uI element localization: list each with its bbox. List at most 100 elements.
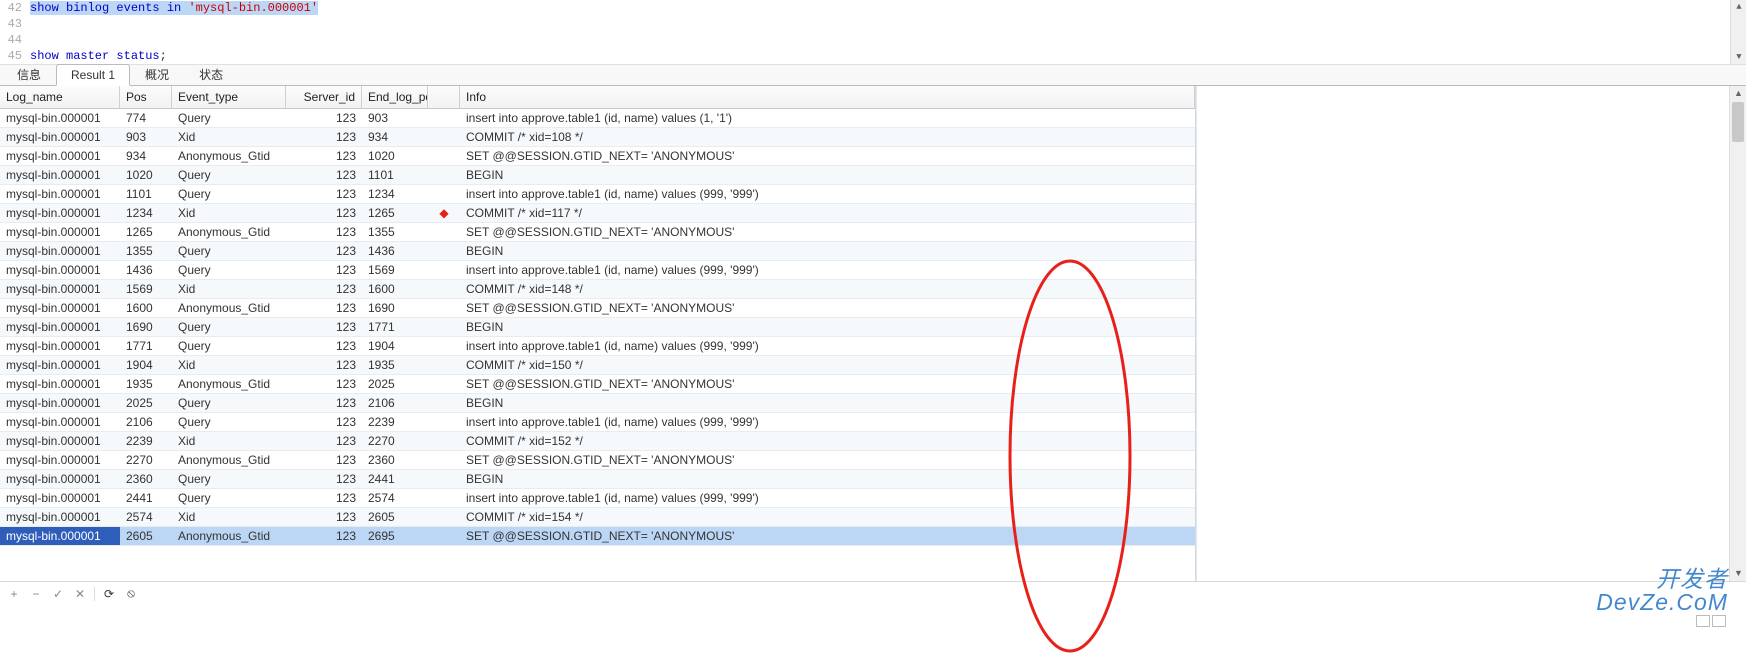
delete-row-button[interactable]: − [28,586,44,602]
cell [428,394,460,412]
table-row[interactable]: mysql-bin.0000012106Query1232239insert i… [0,413,1195,432]
cell: mysql-bin.000001 [0,147,120,165]
cell: Anonymous_Gtid [172,451,286,469]
scroll-up-icon[interactable]: ▲ [1731,0,1746,14]
table-row[interactable]: mysql-bin.0000012574Xid1232605COMMIT /* … [0,508,1195,527]
cell: 774 [120,109,172,127]
cell: SET @@SESSION.GTID_NEXT= 'ANONYMOUS' [460,451,1195,469]
scroll-thumb[interactable] [1732,102,1744,142]
cell: 1020 [120,166,172,184]
cell: COMMIT /* xid=152 */ [460,432,1195,450]
table-row[interactable]: mysql-bin.0000011355Query1231436BEGIN [0,242,1195,261]
cell: 903 [362,109,428,127]
cell [428,356,460,374]
table-row[interactable]: mysql-bin.000001903Xid123934COMMIT /* xi… [0,128,1195,147]
refresh-button[interactable]: ⟳ [101,586,117,602]
editor-line[interactable]: 45show master status; [0,48,1746,64]
cell: Xid [172,356,286,374]
table-row[interactable]: mysql-bin.0000011600Anonymous_Gtid123169… [0,299,1195,318]
tab-概况[interactable]: 概况 [130,62,184,86]
scroll-up-icon[interactable]: ▲ [1730,86,1746,101]
cell: 1355 [120,242,172,260]
sql-editor[interactable]: 42show binlog events in 'mysql-bin.00000… [0,0,1746,65]
table-row[interactable]: mysql-bin.0000011436Query1231569insert i… [0,261,1195,280]
cell: 1436 [120,261,172,279]
editor-line[interactable]: 43 [0,16,1746,32]
watermark: 开发者 DevZe.CoM [1596,568,1728,614]
table-row[interactable]: mysql-bin.0000011904Xid1231935COMMIT /* … [0,356,1195,375]
table-row[interactable]: mysql-bin.0000012605Anonymous_Gtid123269… [0,527,1195,546]
cell: 2106 [120,413,172,431]
cell: BEGIN [460,470,1195,488]
cell: BEGIN [460,318,1195,336]
cell: 123 [286,451,362,469]
result-grid[interactable]: Log_namePosEvent_typeServer_idEnd_log_po… [0,86,1196,581]
column-header[interactable]: End_log_pos [362,86,428,108]
cell: BEGIN [460,242,1195,260]
table-row[interactable]: mysql-bin.0000012360Query1232441BEGIN [0,470,1195,489]
cell: Query [172,166,286,184]
cell: 1690 [120,318,172,336]
table-row[interactable]: mysql-bin.0000012025Query1232106BEGIN [0,394,1195,413]
cell: 2441 [362,470,428,488]
column-header[interactable]: Server_id [286,86,362,108]
cell: 123 [286,527,362,545]
table-row[interactable]: mysql-bin.0000011265Anonymous_Gtid123135… [0,223,1195,242]
column-header[interactable]: Log_name [0,86,120,108]
tab-result-1[interactable]: Result 1 [56,64,130,86]
table-row[interactable]: mysql-bin.000001934Anonymous_Gtid1231020… [0,147,1195,166]
table-row[interactable]: mysql-bin.0000012239Xid1232270COMMIT /* … [0,432,1195,451]
cell: SET @@SESSION.GTID_NEXT= 'ANONYMOUS' [460,527,1195,545]
table-row[interactable]: mysql-bin.0000011569Xid1231600COMMIT /* … [0,280,1195,299]
column-header[interactable]: Info [460,86,1195,108]
grid-toolbar: + − ✓ ✕ ⟳ ⦸ [0,581,1746,605]
stop-button[interactable]: ⦸ [123,586,139,602]
tab-状态[interactable]: 状态 [184,62,238,86]
cell: mysql-bin.000001 [0,166,120,184]
commit-button[interactable]: ✓ [50,586,66,602]
cell: Query [172,470,286,488]
cell: mysql-bin.000001 [0,413,120,431]
grid-view-icon[interactable] [1696,615,1710,627]
cell: 903 [120,128,172,146]
cell: 2270 [362,432,428,450]
cell [428,242,460,260]
cell [428,318,460,336]
cell: mysql-bin.000001 [0,242,120,260]
add-row-button[interactable]: + [6,586,22,602]
form-view-icon[interactable] [1712,615,1726,627]
cell: 1904 [362,337,428,355]
view-mode-icons[interactable] [1696,615,1726,627]
cell: 123 [286,185,362,203]
table-row[interactable]: mysql-bin.0000011771Query1231904insert i… [0,337,1195,356]
table-row[interactable]: mysql-bin.0000012270Anonymous_Gtid123236… [0,451,1195,470]
cell: insert into approve.table1 (id, name) va… [460,337,1195,355]
cell: Anonymous_Gtid [172,375,286,393]
cell: mysql-bin.000001 [0,527,120,545]
table-row[interactable]: mysql-bin.0000011101Query1231234insert i… [0,185,1195,204]
column-header[interactable]: Event_type [172,86,286,108]
editor-scrollbar[interactable]: ▲▼ [1730,0,1746,64]
cancel-button[interactable]: ✕ [72,586,88,602]
cell: 123 [286,508,362,526]
vertical-scrollbar[interactable]: ▲ ▼ [1729,86,1746,581]
cell: 934 [362,128,428,146]
column-header[interactable]: Pos [120,86,172,108]
scroll-down-icon[interactable]: ▼ [1730,566,1746,581]
table-row[interactable]: mysql-bin.0000011020Query1231101BEGIN [0,166,1195,185]
column-header[interactable] [428,86,460,108]
cell: Query [172,394,286,412]
cell: Anonymous_Gtid [172,299,286,317]
table-row[interactable]: mysql-bin.0000012441Query1232574insert i… [0,489,1195,508]
tab-信息[interactable]: 信息 [2,62,56,86]
editor-line[interactable]: 44 [0,32,1746,48]
cell: 1569 [120,280,172,298]
editor-line[interactable]: 42show binlog events in 'mysql-bin.00000… [0,0,1746,16]
table-row[interactable]: mysql-bin.000001774Query123903insert int… [0,109,1195,128]
code-text[interactable]: show binlog events in 'mysql-bin.000001' [30,0,318,16]
scroll-down-icon[interactable]: ▼ [1731,50,1746,64]
table-row[interactable]: mysql-bin.0000011690Query1231771BEGIN [0,318,1195,337]
cell [428,299,460,317]
table-row[interactable]: mysql-bin.0000011935Anonymous_Gtid123202… [0,375,1195,394]
table-row[interactable]: mysql-bin.0000011234Xid1231265◆COMMIT /*… [0,204,1195,223]
